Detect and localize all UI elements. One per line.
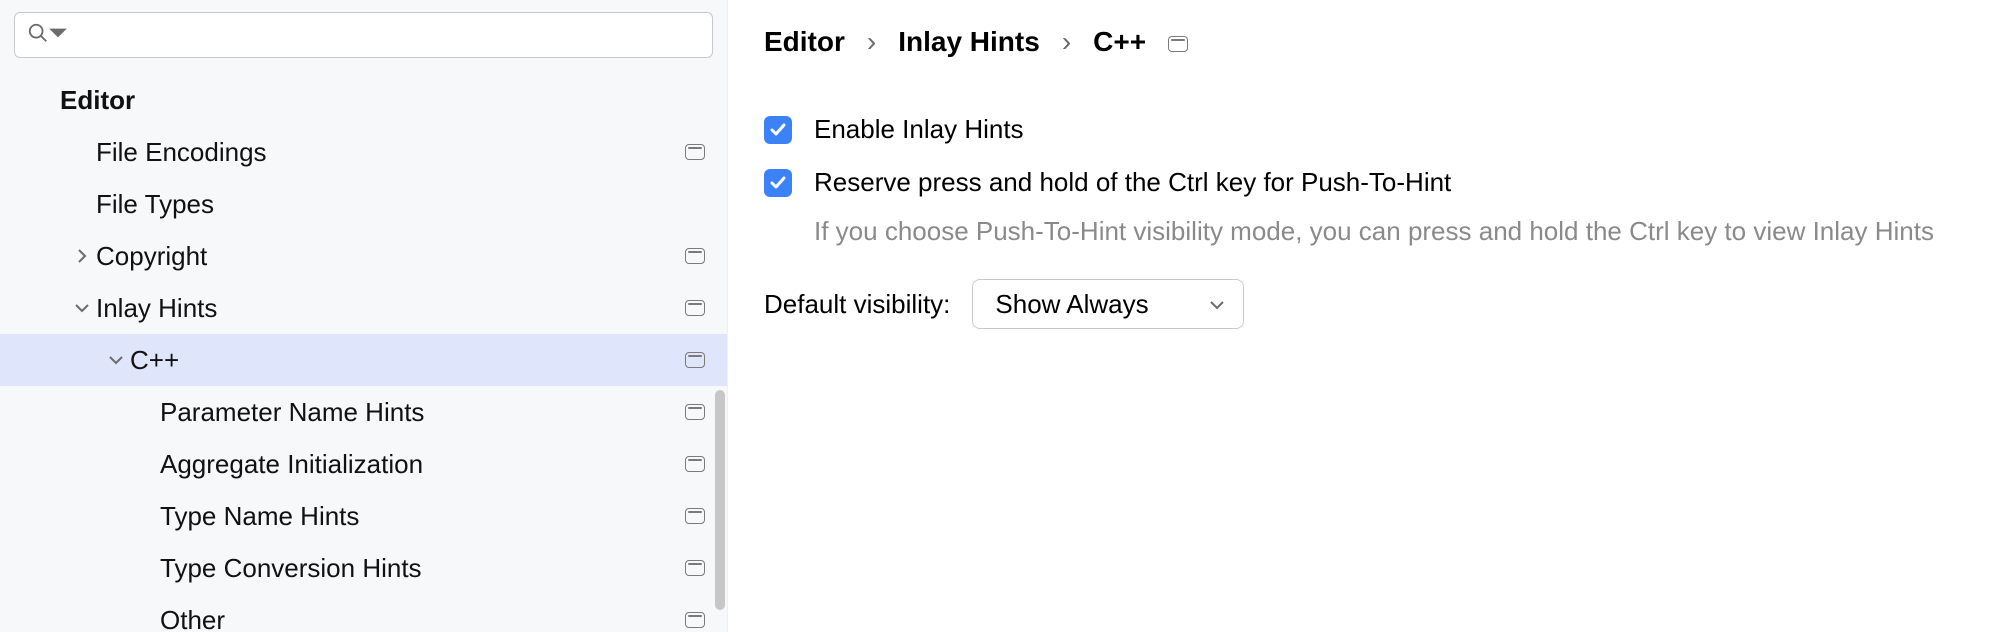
tree-item-type-conversion-hints[interactable]: Type Conversion Hints — [0, 542, 727, 594]
option-enable-inlay-hints[interactable]: Enable Inlay Hints — [764, 114, 2008, 145]
select-value: Show Always — [995, 289, 1148, 320]
tree-item-other[interactable]: Other — [0, 594, 727, 632]
tree-item-parameter-name-hints[interactable]: Parameter Name Hints — [0, 386, 727, 438]
tree-item-file-encodings[interactable]: File Encodings — [0, 126, 727, 178]
chevron-right-icon: › — [867, 26, 876, 58]
tree-heading-editor[interactable]: Editor — [0, 74, 727, 126]
scheme-badge-icon — [685, 300, 705, 316]
scheme-badge-icon — [685, 456, 705, 472]
settings-tree: Editor File Encodings File Types Copyrig… — [0, 66, 727, 632]
default-visibility-select[interactable]: Show Always — [972, 279, 1243, 329]
scheme-badge-icon — [685, 404, 705, 420]
settings-main: Editor › Inlay Hints › C++ Enable Inlay … — [728, 0, 2008, 632]
breadcrumb-cpp[interactable]: C++ — [1093, 26, 1146, 58]
scheme-badge-icon — [685, 248, 705, 264]
default-visibility-label: Default visibility: — [764, 289, 950, 320]
tree-item-label: Aggregate Initialization — [160, 449, 685, 480]
tree-item-label: Type Name Hints — [160, 501, 685, 532]
tree-item-file-types[interactable]: File Types — [0, 178, 727, 230]
chevron-down-icon — [102, 352, 130, 368]
breadcrumb-inlay-hints[interactable]: Inlay Hints — [898, 26, 1040, 58]
option-label: Reserve press and hold of the Ctrl key f… — [814, 167, 1451, 198]
chevron-right-icon — [68, 248, 96, 264]
tree-item-label: Type Conversion Hints — [160, 553, 685, 584]
scheme-badge-icon — [1168, 36, 1188, 52]
tree-item-label: File Types — [96, 189, 705, 220]
tree-item-label: Inlay Hints — [96, 293, 685, 324]
tree-item-type-name-hints[interactable]: Type Name Hints — [0, 490, 727, 542]
tree-item-inlay-hints[interactable]: Inlay Hints — [0, 282, 727, 334]
search-field[interactable] — [69, 21, 700, 49]
checkbox-checked-icon[interactable] — [764, 116, 792, 144]
scheme-badge-icon — [685, 144, 705, 160]
settings-sidebar: Editor File Encodings File Types Copyrig… — [0, 0, 728, 632]
search-input[interactable] — [14, 12, 713, 58]
dropdown-caret-icon — [47, 22, 69, 49]
scheme-badge-icon — [685, 560, 705, 576]
tree-item-label: File Encodings — [96, 137, 685, 168]
tree-item-label: Parameter Name Hints — [160, 397, 685, 428]
breadcrumb-editor[interactable]: Editor — [764, 26, 845, 58]
tree-item-cpp[interactable]: C++ — [0, 334, 727, 386]
tree-item-aggregate-initialization[interactable]: Aggregate Initialization — [0, 438, 727, 490]
tree-item-label: Other — [160, 605, 685, 632]
scheme-badge-icon — [685, 508, 705, 524]
chevron-right-icon: › — [1062, 26, 1071, 58]
option-hint-text: If you choose Push-To-Hint visibility mo… — [814, 216, 2008, 247]
chevron-down-icon — [1209, 289, 1225, 320]
scheme-badge-icon — [685, 612, 705, 628]
option-reserve-ctrl[interactable]: Reserve press and hold of the Ctrl key f… — [764, 167, 2008, 198]
scrollbar-thumb[interactable] — [715, 390, 725, 610]
breadcrumb: Editor › Inlay Hints › C++ — [764, 26, 2008, 58]
option-label: Enable Inlay Hints — [814, 114, 1024, 145]
tree-heading-label: Editor — [60, 85, 705, 116]
checkbox-checked-icon[interactable] — [764, 169, 792, 197]
tree-item-label: Copyright — [96, 241, 685, 272]
scheme-badge-icon — [685, 352, 705, 368]
search-icon — [27, 22, 49, 49]
tree-item-label: C++ — [130, 345, 685, 376]
tree-item-copyright[interactable]: Copyright — [0, 230, 727, 282]
chevron-down-icon — [68, 300, 96, 316]
